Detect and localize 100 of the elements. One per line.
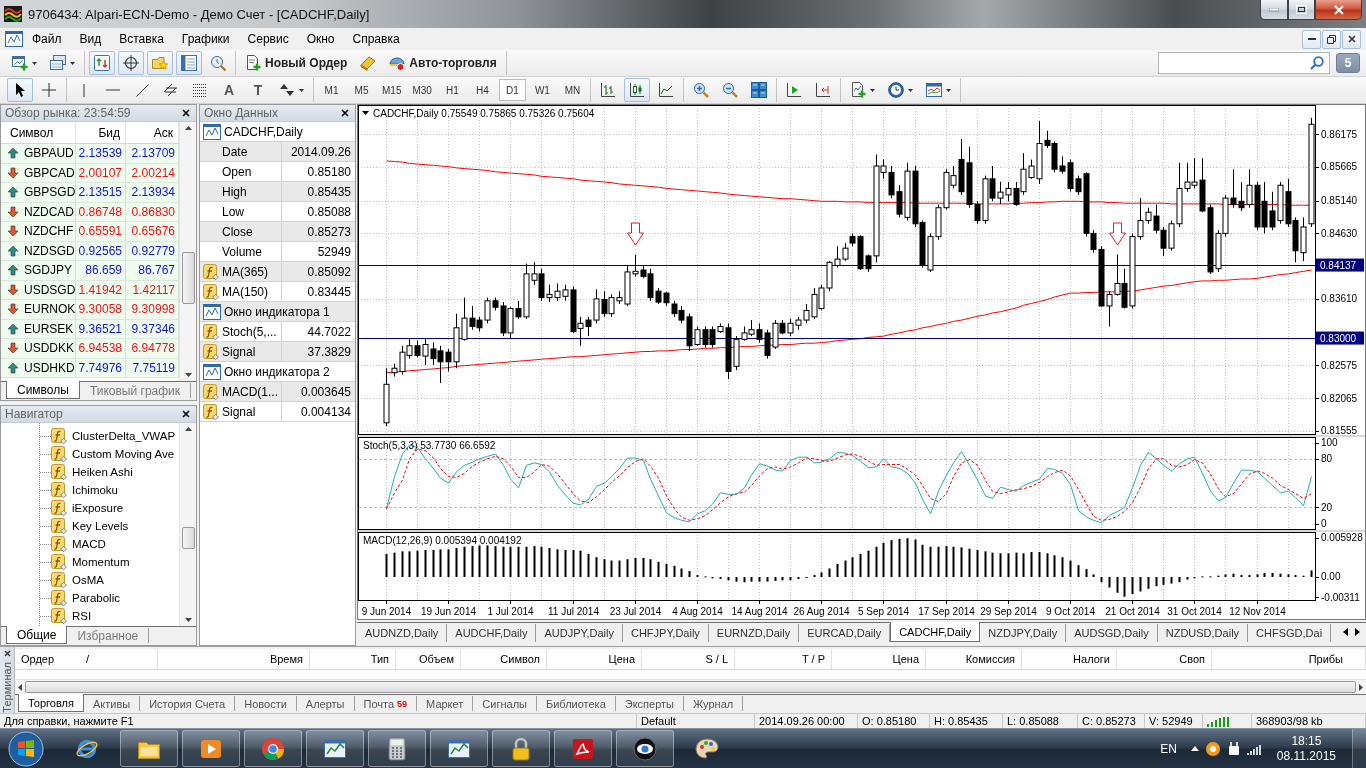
- period-button[interactable]: M1: [318, 79, 345, 101]
- market-watch-row[interactable]: GBPCAD 2.00107 2.00214: [1, 163, 179, 183]
- navigator-item[interactable]: OsMA: [51, 571, 106, 589]
- navigator-item[interactable]: iExposure: [51, 499, 126, 517]
- scroll-thumb[interactable]: [181, 252, 195, 304]
- panel-tab[interactable]: Символы: [6, 381, 80, 399]
- chart-tab[interactable]: CHFJPY,Daily: [622, 624, 709, 642]
- panel-tab[interactable]: Тиковый график: [79, 383, 192, 398]
- menu-item[interactable]: Вид: [70, 29, 111, 49]
- market-watch-row[interactable]: EURNOK 9.30058 9.30998: [1, 300, 179, 320]
- terminal-tab[interactable]: Сигналы: [473, 696, 537, 711]
- cursor-button[interactable]: [7, 78, 33, 102]
- period-button[interactable]: MN: [558, 79, 586, 101]
- terminal-tab[interactable]: Активы: [83, 696, 141, 711]
- column-header[interactable]: Ордер: [21, 653, 55, 665]
- column-header[interactable]: Символ: [461, 649, 547, 669]
- market-watch-row[interactable]: SGDJPY 86.659 86.767: [1, 261, 179, 281]
- chart-tab[interactable]: NZDJPY,Daily: [980, 624, 1067, 642]
- column-header[interactable]: Прибы: [1212, 649, 1366, 669]
- chart-tab[interactable]: NZDUSD,Daily: [1157, 624, 1249, 642]
- search-field[interactable]: [1158, 52, 1330, 74]
- navigator-item[interactable]: Key Levels: [51, 517, 131, 535]
- column-header[interactable]: Цена: [547, 649, 642, 669]
- chart-tab[interactable]: CADCHF,Daily: [890, 622, 981, 642]
- navigator-item[interactable]: ClusterDelta_VWAP: [51, 427, 178, 445]
- terminal-tab[interactable]: Эксперты: [615, 696, 685, 711]
- show-desktop-button[interactable]: [1352, 728, 1366, 768]
- explorer-button[interactable]: [120, 730, 178, 767]
- terminal-tab[interactable]: Почта 59: [354, 696, 418, 711]
- chrome-button[interactable]: [244, 730, 302, 767]
- chart-tab[interactable]: AUDNZD,Daily: [357, 624, 448, 642]
- close-button[interactable]: [1315, 0, 1362, 20]
- maximize-button[interactable]: [1288, 0, 1315, 20]
- column-header[interactable]: Символ: [1, 122, 76, 143]
- period-button[interactable]: D1: [498, 79, 526, 101]
- period-button[interactable]: M30: [408, 79, 436, 101]
- terminal-tab[interactable]: Алерты: [296, 696, 355, 711]
- column-header[interactable]: Объем: [396, 649, 461, 669]
- column-header[interactable]: S / L: [642, 649, 735, 669]
- terminal-button[interactable]: [176, 51, 202, 75]
- column-header[interactable]: T / P: [735, 649, 832, 669]
- menu-item[interactable]: Файл: [23, 29, 71, 49]
- panel-tab[interactable]: Общие: [6, 626, 68, 644]
- market-watch-row[interactable]: USDSGD 1.41942 1.42117: [1, 280, 179, 300]
- close-button[interactable]: [1342, 29, 1361, 49]
- period-button[interactable]: M5: [348, 79, 375, 101]
- menu-item[interactable]: Вставка: [110, 29, 173, 49]
- label-tool-button[interactable]: T: [245, 78, 271, 102]
- menu-item[interactable]: Окно: [297, 29, 344, 49]
- scrollbar[interactable]: [179, 122, 196, 381]
- menu-item[interactable]: Справка: [343, 29, 409, 49]
- scroll-thumb[interactable]: [181, 527, 195, 549]
- chart-tab[interactable]: AUDJPY,Daily: [536, 624, 623, 642]
- calculator-button[interactable]: [368, 730, 426, 767]
- period-button[interactable]: W1: [528, 79, 556, 101]
- market-watch-row[interactable]: NZDCAD 0.86748 0.86830: [1, 202, 179, 222]
- chart-tab[interactable]: CHFSGD,Dai: [1248, 624, 1332, 642]
- text-tool-button[interactable]: A: [216, 78, 242, 102]
- column-header[interactable]: Своп: [1117, 649, 1212, 669]
- minimize-button[interactable]: [1260, 0, 1288, 20]
- navigator-item[interactable]: Ichimoku: [51, 481, 121, 499]
- menu-item[interactable]: Сервис: [238, 29, 298, 49]
- minimize-button[interactable]: [1302, 29, 1321, 49]
- market-watch-row[interactable]: GBPAUD 2.13539 2.13709: [1, 144, 179, 164]
- chart-tab[interactable]: AUDSGD,Daily: [1066, 624, 1158, 642]
- navigator-item[interactable]: Heiken Ashi: [51, 463, 135, 481]
- terminal-tab[interactable]: Журнал: [684, 696, 744, 711]
- restore-button[interactable]: [1322, 29, 1341, 49]
- column-header[interactable]: Бид: [76, 122, 126, 143]
- chart-tab[interactable]: EURNZD,Daily: [708, 624, 800, 642]
- scroll-left-button[interactable]: [1341, 626, 1350, 638]
- column-header[interactable]: Тип: [310, 649, 396, 669]
- menu-item[interactable]: Графики: [172, 29, 239, 49]
- market-watch-row[interactable]: USDHKD 7.74976 7.75119: [1, 358, 179, 378]
- column-header[interactable]: Налоги: [1022, 649, 1117, 669]
- lock-button[interactable]: [492, 730, 550, 767]
- terminal-tab[interactable]: Библиотека: [536, 696, 616, 711]
- auto-trading-button[interactable]: Авто-торговля: [384, 51, 502, 75]
- period-button[interactable]: M15: [378, 79, 406, 101]
- viewer-button[interactable]: [616, 730, 674, 767]
- scrollbar[interactable]: [15, 679, 1366, 694]
- column-header[interactable]: Комиссия: [926, 649, 1022, 669]
- scroll-right-button[interactable]: [1353, 626, 1362, 638]
- data-window-button[interactable]: [118, 51, 144, 75]
- terminal-tab[interactable]: Новости: [235, 696, 297, 711]
- market-watch-button[interactable]: [89, 51, 115, 75]
- trading-terminal-button[interactable]: [306, 730, 364, 767]
- market-watch-row[interactable]: GBPSGD 2.13515 2.13934: [1, 183, 179, 203]
- chart-tab[interactable]: AUDCHF,Daily: [447, 624, 537, 642]
- column-header[interactable]: Цена: [832, 649, 926, 669]
- market-watch-row[interactable]: NZDSGD 0.92565 0.92779: [1, 241, 179, 261]
- navigator-item[interactable]: Custom Moving Ave: [51, 445, 177, 463]
- candlestick-button[interactable]: [623, 78, 650, 102]
- terminal-tab[interactable]: Маркет: [417, 696, 474, 711]
- media-player-button[interactable]: [182, 730, 240, 767]
- scroll-thumb[interactable]: [25, 681, 1356, 693]
- market-watch-row[interactable]: NZDCHF 0.65591 0.65676: [1, 222, 179, 242]
- period-button[interactable]: H1: [438, 79, 466, 101]
- language-button[interactable]: EN: [1154, 736, 1183, 761]
- terminal-tab[interactable]: История Счета: [140, 696, 236, 711]
